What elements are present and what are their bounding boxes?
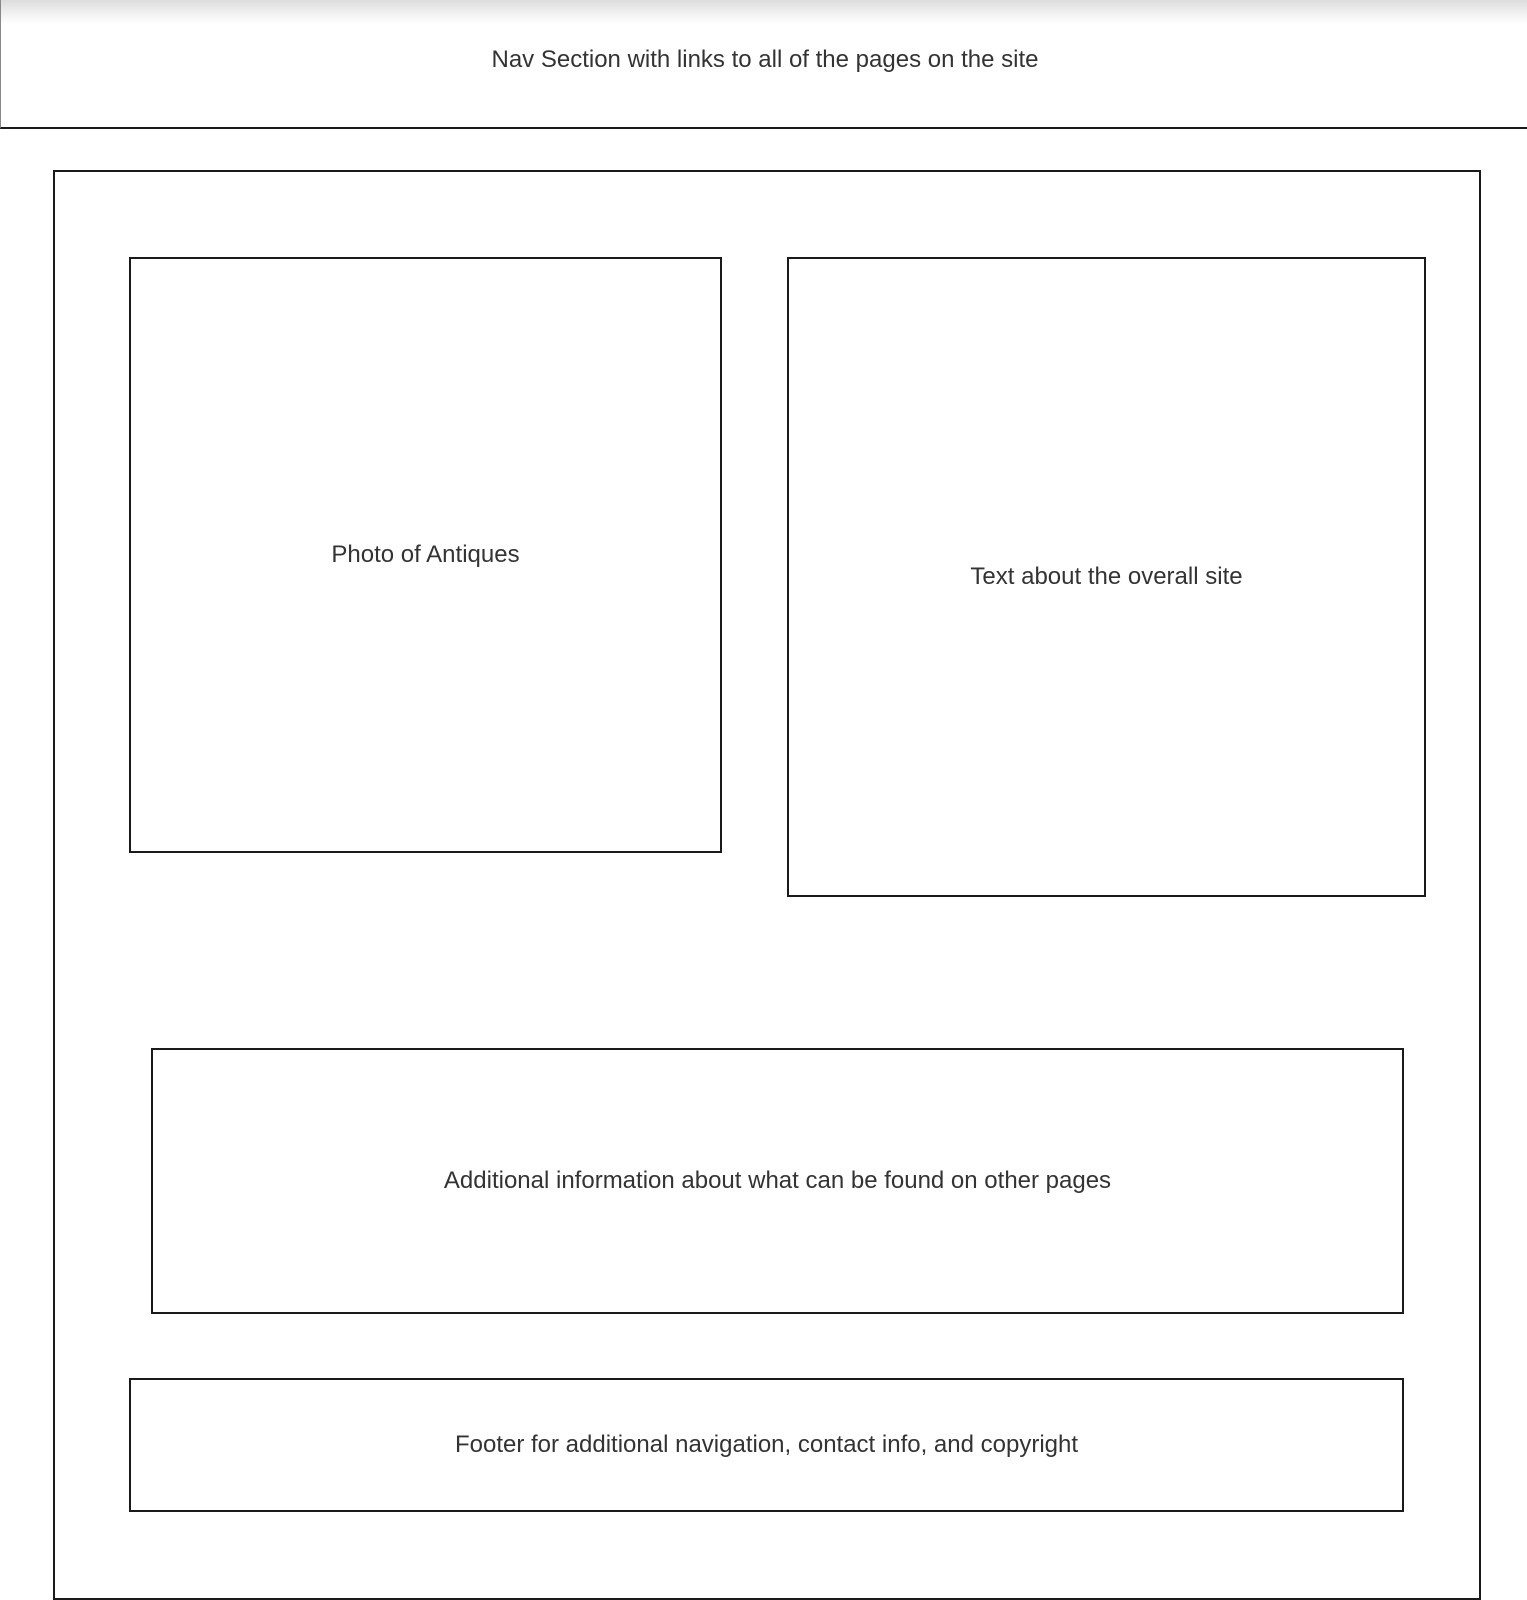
nav-section-label: Nav Section with links to all of the pag…: [491, 46, 1039, 73]
footer-section: Footer for additional navigation, contac…: [129, 1378, 1404, 1512]
nav-section: Nav Section with links to all of the pag…: [0, 0, 1527, 129]
site-text-section: Text about the overall site: [787, 257, 1426, 897]
photo-label: Photo of Antiques: [331, 541, 520, 568]
footer-label: Footer for additional navigation, contac…: [454, 1431, 1079, 1458]
site-text-label: Text about the overall site: [970, 563, 1243, 590]
additional-info-label: Additional information about what can be…: [443, 1167, 1112, 1194]
additional-info-section: Additional information about what can be…: [151, 1048, 1404, 1314]
photo-placeholder: Photo of Antiques: [129, 257, 722, 853]
